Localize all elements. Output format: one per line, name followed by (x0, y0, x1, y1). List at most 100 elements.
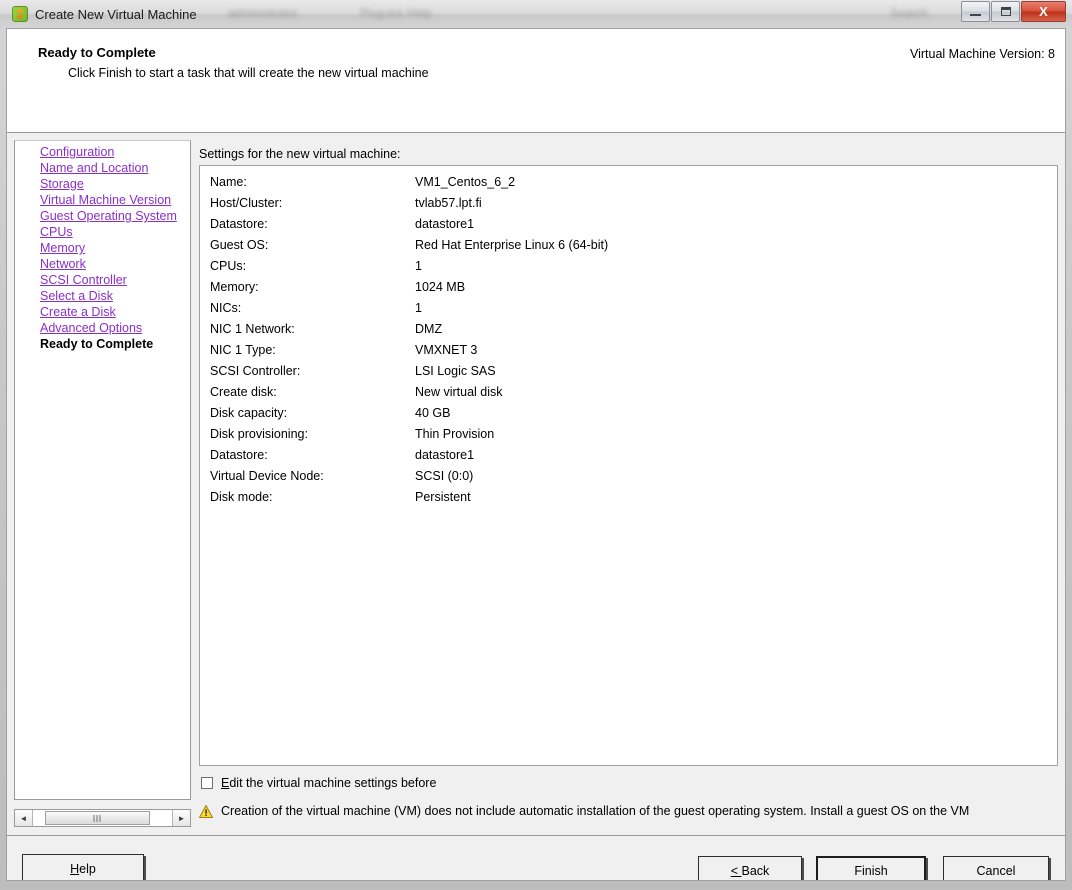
setting-label: Guest OS: (210, 237, 269, 252)
settings-row: NIC 1 Type: VMXNET 3 (210, 339, 608, 360)
scrollbar-thumb[interactable] (45, 811, 150, 825)
close-icon: X (1039, 4, 1048, 19)
warning-text: Creation of the virtual machine (VM) doe… (221, 804, 970, 818)
setting-label: Memory: (210, 279, 259, 294)
setting-value: VMXNET 3 (415, 342, 478, 357)
setting-value: DMZ (415, 321, 443, 336)
setting-label: Datastore: (210, 447, 268, 462)
sidebar-step-advanced-options[interactable]: Advanced Options (40, 320, 190, 336)
sidebar-horizontal-scrollbar[interactable]: ◄ ► (14, 809, 191, 827)
back-prefix: < (730, 864, 742, 878)
setting-label: NICs: (210, 300, 242, 315)
setting-label: Disk provisioning: (210, 426, 308, 441)
help-label: elp (79, 862, 96, 876)
setting-label: SCSI Controller: (210, 363, 301, 378)
setting-value: datastore1 (415, 447, 475, 462)
window-controls: X (961, 1, 1066, 22)
warning-triangle-icon (199, 804, 213, 818)
wizard-step-list: Configuration Name and Location Storage Vir… (14, 140, 191, 800)
settings-row: NICs: 1 (210, 297, 608, 318)
edit-settings-label-text: dit the virtual machine settings before (229, 776, 437, 790)
close-button[interactable]: X (1021, 1, 1066, 22)
sidebar-step-name-and-location[interactable]: Name and Location (40, 160, 190, 176)
wizard-header: Ready to Complete Click Finish to start … (7, 29, 1065, 133)
setting-label: Virtual Device Node: (210, 468, 324, 483)
setting-value: Persistent (415, 489, 471, 504)
setting-value: 1024 MB (415, 279, 466, 294)
sidebar-step-scsi-controller[interactable]: SCSI Controller (40, 272, 190, 288)
setting-value: datastore1 (415, 216, 475, 231)
settings-row: Virtual Device Node: SCSI (0:0) (210, 465, 608, 486)
sidebar-step-network[interactable]: Network (40, 256, 190, 272)
background-ghost-text-3: Search (890, 6, 929, 20)
dialog-button-bar: Help < Back Finish Cancel (7, 835, 1065, 880)
settings-row: Disk mode: Persistent (210, 486, 608, 507)
settings-row: Host/Cluster: tvlab57.lpt.fi (210, 192, 608, 213)
vm-version-label: Virtual Machine Version: 8 (910, 47, 1055, 61)
setting-value: 40 GB (415, 405, 451, 420)
setting-value: 1 (415, 258, 422, 273)
settings-heading: Settings for the new virtual machine: (199, 147, 401, 161)
settings-row: Disk provisioning: Thin Provision (210, 423, 608, 444)
setting-value: SCSI (0:0) (415, 468, 474, 483)
sidebar-step-configuration[interactable]: Configuration (40, 144, 190, 160)
window-title-group: Create New Virtual Machine (12, 4, 197, 24)
edit-settings-label: Edit the virtual machine settings before (221, 776, 436, 790)
settings-row: Disk capacity: 40 GB (210, 402, 608, 423)
finish-button[interactable]: Finish (816, 856, 926, 880)
settings-row: Datastore: datastore1 (210, 444, 608, 465)
scroll-left-arrow-icon[interactable]: ◄ (15, 810, 33, 826)
page-title: Ready to Complete (38, 45, 156, 60)
scrollbar-grip-icon (93, 815, 102, 822)
sidebar-step-storage[interactable]: Storage (40, 176, 190, 192)
create-vm-window: administrator Plug-ins Help Search Creat… (0, 0, 1072, 890)
sidebar-step-virtual-machine-version[interactable]: Virtual Machine Version (40, 192, 190, 208)
window-titlebar: administrator Plug-ins Help Search Creat… (0, 0, 1072, 28)
step-links: Configuration Name and Location Storage Vir… (40, 144, 190, 352)
sidebar-step-ready-to-complete: Ready to Complete (40, 337, 154, 351)
setting-label: Name: (210, 174, 247, 189)
help-accelerator: H (70, 862, 80, 876)
setting-value: Thin Provision (415, 426, 495, 441)
settings-row: Memory: 1024 MB (210, 276, 608, 297)
setting-label: Disk mode: (210, 489, 273, 504)
setting-label: CPUs: (210, 258, 247, 273)
settings-row: Datastore: datastore1 (210, 213, 608, 234)
setting-label: Disk capacity: (210, 405, 288, 420)
maximize-button[interactable] (991, 1, 1020, 22)
maximize-icon (1001, 7, 1011, 16)
edit-settings-checkbox[interactable] (201, 777, 213, 789)
settings-row: Guest OS: Red Hat Enterprise Linux 6 (64-… (210, 234, 608, 255)
settings-row: NIC 1 Network: DMZ (210, 318, 608, 339)
scroll-right-arrow-icon[interactable]: ► (172, 810, 190, 826)
minimize-icon (970, 14, 981, 16)
minimize-button[interactable] (961, 1, 990, 22)
setting-value: VM1_Centos_6_2 (415, 174, 516, 189)
warning-row: Creation of the virtual machine (VM) doe… (199, 804, 969, 818)
sidebar-step-cpus[interactable]: CPUs (40, 224, 190, 240)
dialog-client-area: Ready to Complete Click Finish to start … (6, 28, 1066, 881)
background-ghost-text-2: Plug-ins Help (360, 6, 432, 20)
sidebar-step-select-a-disk[interactable]: Select a Disk (40, 288, 190, 304)
setting-label: Datastore: (210, 216, 268, 231)
sidebar-step-guest-operating-system[interactable]: Guest Operating System (40, 208, 190, 224)
page-subtitle: Click Finish to start a task that will c… (68, 66, 429, 80)
settings-row: Create disk: New virtual disk (210, 381, 608, 402)
setting-label: NIC 1 Network: (210, 321, 295, 336)
sidebar-step-create-a-disk[interactable]: Create a Disk (40, 304, 190, 320)
help-button[interactable]: Help (22, 854, 144, 880)
setting-value: New virtual disk (415, 384, 503, 399)
edit-settings-checkbox-row[interactable]: Edit the virtual machine settings before (201, 776, 436, 790)
settings-row: Name: VM1_Centos_6_2 (210, 171, 608, 192)
back-button[interactable]: < Back (698, 856, 802, 880)
sidebar-step-memory[interactable]: Memory (40, 240, 190, 256)
scrollbar-track[interactable] (33, 810, 172, 826)
setting-value: 1 (415, 300, 422, 315)
window-title: Create New Virtual Machine (35, 6, 197, 22)
background-ghost-text-1: administrator (228, 6, 298, 20)
cancel-button[interactable]: Cancel (943, 856, 1049, 880)
vm-app-icon (12, 6, 28, 22)
settings-table: Name: VM1_Centos_6_2 Host/Cluster: tvlab57.… (210, 171, 608, 507)
settings-summary-panel: Name: VM1_Centos_6_2 Host/Cluster: tvlab57.… (199, 165, 1058, 766)
setting-label: NIC 1 Type: (210, 342, 276, 357)
